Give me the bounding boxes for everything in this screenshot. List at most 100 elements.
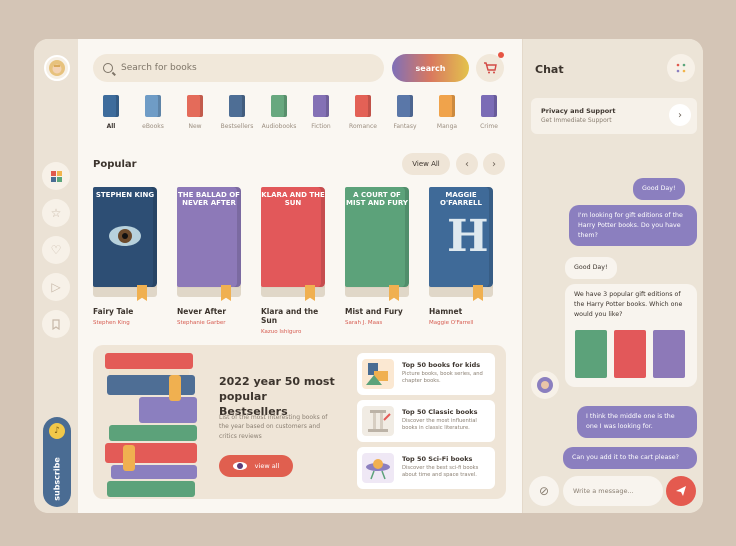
chevron-right-icon[interactable]: › [669,104,691,126]
gift-edition-option[interactable] [575,330,607,378]
category-fiction[interactable]: Fiction [303,95,339,130]
eye-illustration [109,226,141,246]
chat-panel: Chat Privacy and Support Get Immediate S… [522,39,703,513]
bookmark-ribbon [389,285,399,301]
cart-icon[interactable] [476,54,504,82]
category-audiobooks[interactable]: Audiobooks [261,95,297,130]
cart-badge [498,52,504,58]
eye-icon [232,462,247,470]
message-input[interactable]: Write a message... [563,476,663,506]
bookmark-icon[interactable] [42,310,70,338]
scifi-illustration [362,453,394,483]
book-author: Maggie O'Farrell [429,320,474,326]
letter-h-illustration: H [447,211,489,262]
all-icon [103,95,119,117]
search-input[interactable]: Search for books [93,54,384,82]
chat-title: Chat [535,63,564,76]
support-avatar [531,371,559,399]
book-cover: A COURT OF MIST AND FURY [345,187,409,287]
book-cover: MAGGIE O'FARRELL H [429,187,493,287]
chevron-left-icon[interactable]: ‹ [456,153,478,175]
crime-icon [481,95,497,117]
bookmark-ribbon [137,285,147,301]
heart-icon[interactable]: ♡ [42,236,70,264]
category-fantasy[interactable]: Fantasy [387,95,423,130]
grid-icon[interactable] [42,162,70,190]
menu-dots-icon[interactable] [667,54,695,82]
book-title: Fairy Tale [93,307,134,316]
support-subtitle: Get Immediate Support [541,117,612,124]
main-panel: Search for books search All eBooks New B… [78,39,522,513]
book-title: Mist and Fury [345,307,403,316]
card-description: Picture books, book series, and chapter … [402,371,483,385]
bestseller-icon [229,95,245,117]
book-card[interactable]: MAGGIE O'FARRELL H Hamnet Maggie O'Farre… [429,187,495,326]
fiction-icon [313,95,329,117]
attachment-icon[interactable]: ⊘ [529,476,559,506]
book-cover: KLARA AND THE SUN [261,187,325,287]
card-title: Top 50 books for kids [402,361,481,369]
category-romance[interactable]: Romance [345,95,381,130]
banner-description: List of the most interesting books of th… [219,414,328,440]
category-ebooks[interactable]: eBooks [135,95,171,130]
classic-illustration [362,406,394,436]
gift-edition-option[interactable] [614,330,646,378]
category-new[interactable]: New [177,95,213,130]
search-button[interactable]: search [392,54,469,82]
chevron-right-icon[interactable]: › [483,153,505,175]
book-title: Klara and the Sun [261,307,319,325]
romance-icon [355,95,371,117]
chat-message-out: I think the middle one is the one I was … [577,406,697,438]
app-window: ☆ ♡ ▷ ♪ subscribe Search for books searc… [34,39,703,513]
top-list-card-scifi[interactable]: Top 50 Sci-Fi books Discover the best sc… [357,447,495,489]
subscribe-label: subscribe [52,457,62,501]
gift-edition-option[interactable] [653,330,685,378]
search-placeholder: Search for books [121,63,197,73]
view-all-button[interactable]: View All [402,153,450,175]
avatar[interactable] [44,55,70,81]
chat-message-in: We have 3 popular gift editions of the H… [565,284,697,387]
new-book-icon [187,95,203,117]
bookmark-ribbon [305,285,315,301]
chat-message-out: Can you add it to the cart please? [563,447,697,469]
manga-icon [439,95,455,117]
book-author: Stephanie Garber [177,320,226,326]
send-icon[interactable] [666,476,696,506]
bookmark-ribbon [473,285,483,301]
book-card[interactable]: A COURT OF MIST AND FURY Mist and Fury S… [345,187,411,326]
top-list-card-kids[interactable]: Top 50 books for kids Picture books, boo… [357,353,495,395]
bell-icon: ♪ [49,423,65,439]
chat-message-in: Good Day! [565,257,617,279]
category-crime[interactable]: Crime [471,95,507,130]
search-icon [103,63,113,73]
book-author: Kazuo Ishiguro [261,329,302,335]
book-title: Hamnet [429,307,463,316]
ebook-icon [145,95,161,117]
card-description: Discover the best sci-fi books about tim… [402,465,479,479]
category-manga[interactable]: Manga [429,95,465,130]
card-title: Top 50 Classic books [402,408,478,416]
chat-message-out: I'm looking for gift editions of the Har… [569,205,697,247]
category-bestsellers[interactable]: Bestsellers [219,95,255,130]
play-icon[interactable]: ▷ [42,273,70,301]
book-cover: THE BALLAD OF NEVER AFTER [177,187,241,287]
book-author: Sarah J. Maas [345,320,383,326]
star-icon[interactable]: ☆ [42,199,70,227]
privacy-support-card[interactable]: Privacy and Support Get Immediate Suppor… [531,98,697,134]
card-description: Discover the most influential books in c… [402,418,477,432]
kids-illustration [362,359,394,389]
bookmark-ribbon [221,285,231,301]
book-card[interactable]: STEPHEN KING Fairy Tale Stephen King [93,187,159,326]
top-list-card-classic[interactable]: Top 50 Classic books Discover the most i… [357,400,495,442]
book-card[interactable]: KLARA AND THE SUN Klara and the Sun Kazu… [261,187,327,335]
book-author: Stephen King [93,320,130,326]
bestsellers-banner: 2022 year 50 most popular Bestsellers Li… [93,345,506,499]
audiobook-icon [271,95,287,117]
popular-title: Popular [93,159,137,170]
subscribe-button[interactable]: ♪ subscribe [43,417,71,507]
fantasy-icon [397,95,413,117]
banner-view-all-button[interactable]: view all [219,455,293,477]
category-all[interactable]: All [93,95,129,130]
book-card[interactable]: THE BALLAD OF NEVER AFTER Never After St… [177,187,243,326]
support-title: Privacy and Support [541,107,616,115]
